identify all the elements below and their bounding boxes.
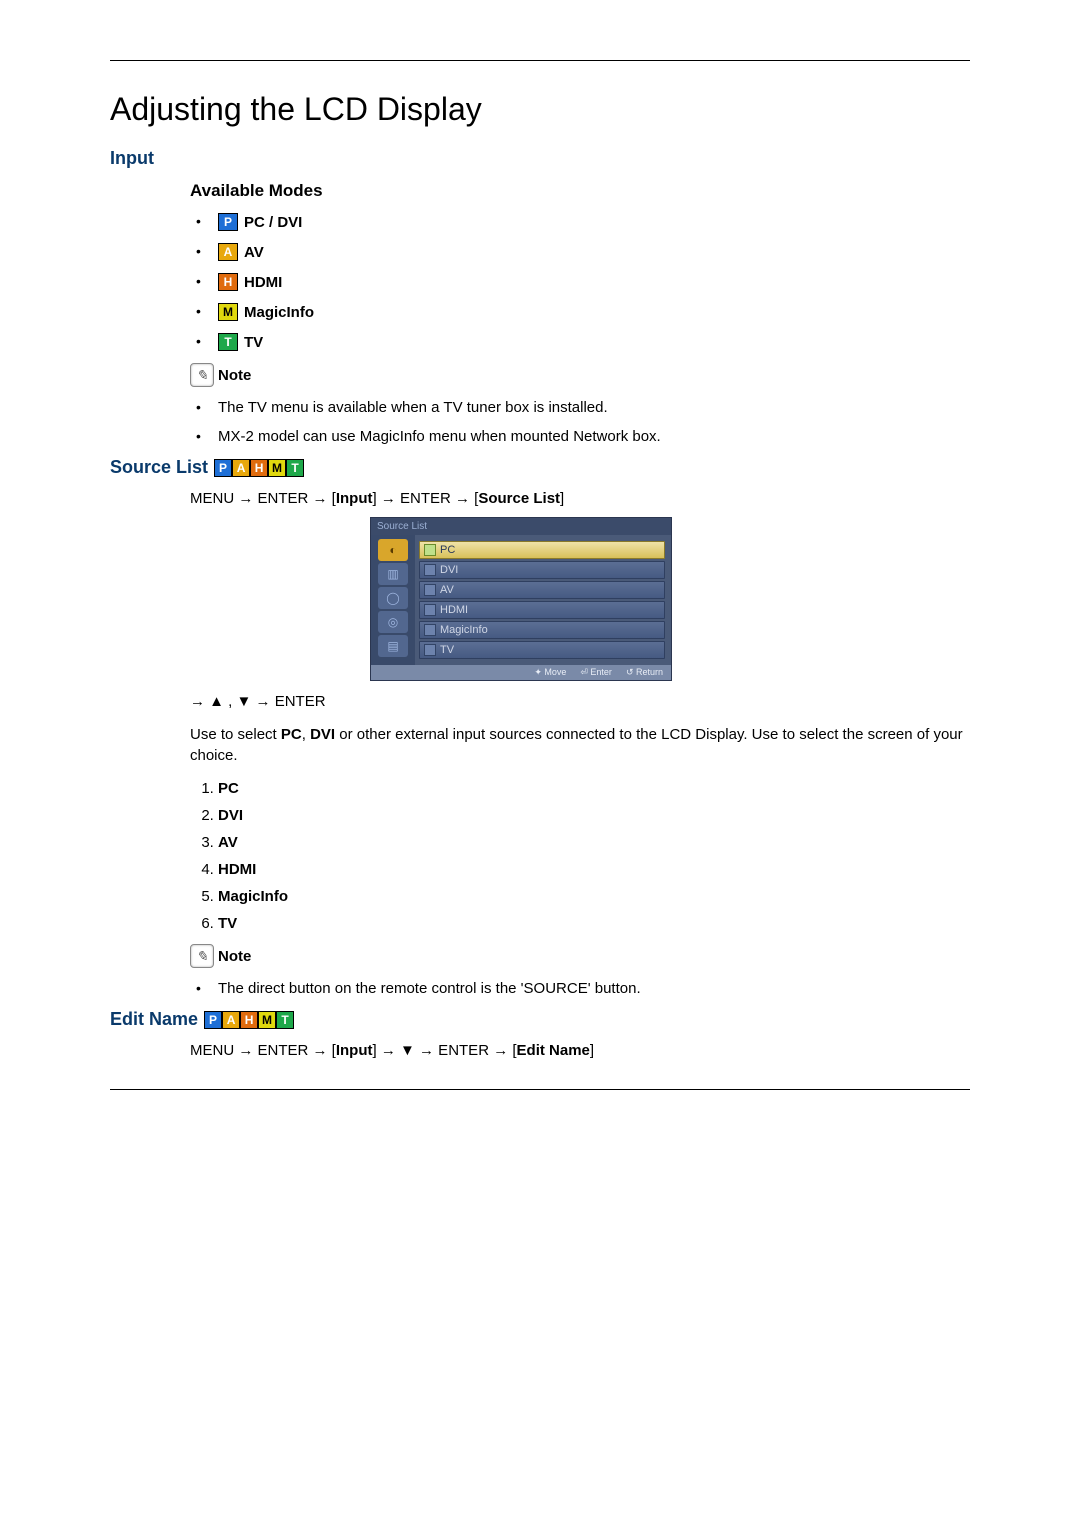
mode-badge-h-icon: H [218,273,238,291]
bottom-divider [110,1089,970,1090]
page-title: Adjusting the LCD Display [110,91,970,128]
section-input: Input [110,148,970,169]
osd-footer-enter: Enter [580,667,612,678]
note-1-item: The TV menu is available when a TV tuner… [190,399,970,416]
nav-path-arrows: → ▲ , ▼ → ENTER [190,693,970,710]
available-modes-list: P PC / DVI A AV H HDMI M MagicInfo T [190,213,970,351]
osd-item: TV [419,641,665,659]
osd-side-icon: ◐ [378,539,408,561]
mode-label-pc: PC / DVI [244,214,302,231]
osd-item: AV [419,581,665,599]
osd-check-icon [424,644,436,656]
source-option: PC [218,780,970,797]
source-options-list: PC DVI AV HDMI MagicInfo TV [190,780,970,932]
note-icon: ✎ [190,363,214,387]
osd-footer-move: Move [534,667,566,678]
mode-label-av: AV [244,244,264,261]
source-option: DVI [218,807,970,824]
osd-check-icon [424,584,436,596]
mode-badge-h-icon: H [250,459,268,477]
source-option: MagicInfo [218,888,970,905]
osd-side-icon: ▥ [378,563,408,585]
mode-item-av: A AV [190,243,970,261]
mode-label-tv: TV [244,334,263,351]
mode-badge-t-icon: T [286,459,304,477]
mode-badge-a-icon: A [232,459,250,477]
osd-side-icon: ◯ [378,587,408,609]
osd-screenshot: Source List ◐ ▥ ◯ ◎ ▤ PC DVI AV HDMI Mag… [370,517,970,681]
note-label: Note [218,367,251,384]
mode-badge-a-icon: A [218,243,238,261]
osd-footer: Move Enter Return [371,665,671,680]
osd-side-icons: ◐ ▥ ◯ ◎ ▤ [371,535,415,665]
osd-list: PC DVI AV HDMI MagicInfo TV [415,535,671,665]
source-option: AV [218,834,970,851]
osd-item: MagicInfo [419,621,665,639]
section-edit-name: Edit Name P A H M T [110,1009,970,1030]
top-divider [110,60,970,61]
note-1: ✎ Note [190,363,970,387]
mode-label-magicinfo: MagicInfo [244,304,314,321]
osd-check-icon [424,544,436,556]
mode-item-pc: P PC / DVI [190,213,970,231]
mode-badge-t-icon: T [276,1011,294,1029]
mode-badges-inline: P A H M T [214,459,304,477]
mode-item-magicinfo: M MagicInfo [190,303,970,321]
note-label: Note [218,948,251,965]
mode-item-tv: T TV [190,333,970,351]
osd-side-icon: ▤ [378,635,408,657]
note-2-list: The direct button on the remote control … [190,980,970,997]
mode-badge-p-icon: P [214,459,232,477]
osd-item: HDMI [419,601,665,619]
osd-check-icon [424,604,436,616]
osd-side-icon: ◎ [378,611,408,633]
source-list-description: Use to select PC, DVI or other external … [190,724,970,766]
source-option: HDMI [218,861,970,878]
mode-badge-a-icon: A [222,1011,240,1029]
osd-title: Source List [371,518,671,535]
nav-path-source-list: MENU → ENTER → [Input] → ENTER → [Source… [190,490,970,507]
source-option: TV [218,915,970,932]
osd-item: PC [419,541,665,559]
mode-badge-p-icon: P [204,1011,222,1029]
osd-check-icon [424,564,436,576]
mode-badges-inline: P A H M T [204,1011,294,1029]
source-list-heading: Source List [110,457,208,478]
mode-badge-m-icon: M [268,459,286,477]
note-icon: ✎ [190,944,214,968]
note-2-item: The direct button on the remote control … [190,980,970,997]
mode-badge-m-icon: M [258,1011,276,1029]
note-1-item: MX-2 model can use MagicInfo menu when m… [190,428,970,445]
mode-item-hdmi: H HDMI [190,273,970,291]
nav-path-edit-name: MENU → ENTER → [Input] → ▼ → ENTER → [Ed… [190,1042,970,1059]
mode-badge-h-icon: H [240,1011,258,1029]
osd-check-icon [424,624,436,636]
available-modes-heading: Available Modes [190,181,970,201]
mode-badge-m-icon: M [218,303,238,321]
note-1-list: The TV menu is available when a TV tuner… [190,399,970,445]
mode-badge-p-icon: P [218,213,238,231]
osd-item: DVI [419,561,665,579]
mode-label-hdmi: HDMI [244,274,282,291]
osd-footer-return: Return [626,667,663,678]
edit-name-heading: Edit Name [110,1009,198,1030]
section-source-list: Source List P A H M T [110,457,970,478]
note-2: ✎ Note [190,944,970,968]
mode-badge-t-icon: T [218,333,238,351]
